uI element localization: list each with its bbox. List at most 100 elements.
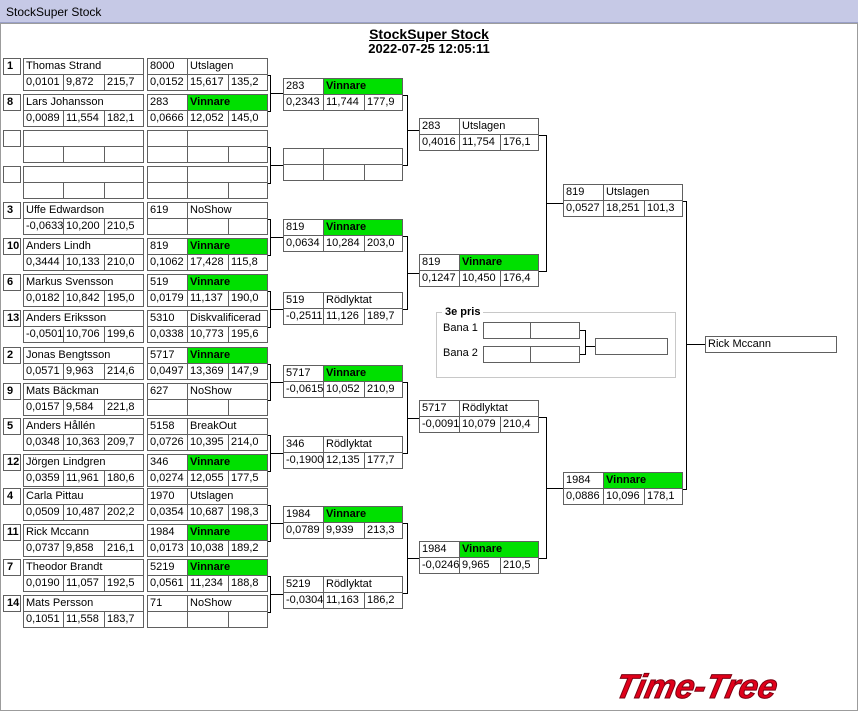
round2-entry-et: 11,744 — [323, 94, 365, 111]
lane2-entry[interactable] — [483, 346, 531, 363]
speed-2: 188,8 — [228, 575, 268, 592]
competitor-name: Jonas Bengtsson — [23, 347, 144, 364]
elapsed-time: 11,558 — [63, 611, 105, 628]
reaction-time — [23, 146, 64, 163]
race-status: NoShow — [187, 383, 268, 400]
round2-entry-speed: 213,3 — [364, 522, 403, 539]
car-number: 519 — [147, 274, 188, 291]
competitor-name: Thomas Strand — [23, 58, 144, 75]
speed: 209,7 — [104, 434, 144, 451]
round2-entry-car: 5717 — [283, 365, 324, 382]
round2-entry-et: 10,052 — [323, 381, 365, 398]
round2-entry-et: 9,939 — [323, 522, 365, 539]
round2-entry-reaction: 0,2343 — [283, 94, 324, 111]
semifinal-entry-et: 10,096 — [603, 488, 645, 505]
reaction-time-2: 0,0173 — [147, 540, 188, 557]
reaction-time-2: 0,0152 — [147, 74, 188, 91]
elapsed-time-2: 12,055 — [187, 470, 229, 487]
reaction-time-2: 0,0179 — [147, 290, 188, 307]
round2-entry-speed: 203,0 — [364, 235, 403, 252]
reaction-time: 0,0157 — [23, 399, 64, 416]
reaction-time: 0,0190 — [23, 575, 64, 592]
round2-entry-status: Vinnare — [323, 78, 403, 95]
race-status: Vinnare — [187, 559, 268, 576]
round2-entry-reaction: -0,0304 — [283, 592, 324, 609]
seed-number: 7 — [3, 559, 21, 576]
lane2-entry-status[interactable] — [530, 346, 580, 363]
bracket-line — [270, 594, 283, 595]
race-status: Vinnare — [187, 94, 268, 111]
round2-entry-et: 11,126 — [323, 308, 365, 325]
round3-entry-reaction: -0,0091 — [419, 416, 460, 433]
competitor-name: Lars Johansson — [23, 94, 144, 111]
semifinal-entry-car: 1984 — [563, 472, 604, 489]
round2-entry-reaction: -0,1900 — [283, 452, 324, 469]
round3-entry-speed: 210,5 — [500, 557, 539, 574]
competitor-name: Mats Persson — [23, 595, 144, 612]
round2-entry-reaction: -0,0615 — [283, 381, 324, 398]
semifinal-entry-car: 819 — [563, 184, 604, 201]
speed-2: 195,6 — [228, 326, 268, 343]
round2-entry-status: Vinnare — [323, 219, 403, 236]
elapsed-time: 10,487 — [63, 504, 105, 521]
semifinal-entry-speed: 101,3 — [644, 200, 683, 217]
car-number: 346 — [147, 454, 188, 471]
competitor-name: Anders Lindh — [23, 238, 144, 255]
race-status: Utslagen — [187, 488, 268, 505]
reaction-time-2: 0,0354 — [147, 504, 188, 521]
round2-entry-car: 346 — [283, 436, 324, 453]
speed-2 — [228, 218, 268, 235]
race-status: Vinnare — [187, 454, 268, 471]
lane1-entry-status[interactable] — [530, 322, 580, 339]
round3-entry-status: Vinnare — [459, 254, 539, 271]
seed-number: 8 — [3, 94, 21, 111]
speed-2 — [228, 399, 268, 416]
reaction-time-2: 0,0666 — [147, 110, 188, 127]
bracket-line — [270, 453, 283, 454]
round2-entry-speed: 177,9 — [364, 94, 403, 111]
elapsed-time-2: 10,773 — [187, 326, 229, 343]
round2-entry-status: Vinnare — [323, 365, 403, 382]
car-number: 5717 — [147, 347, 188, 364]
bracket-line — [546, 488, 563, 489]
elapsed-time — [63, 146, 105, 163]
round3-entry-status: Vinnare — [459, 541, 539, 558]
round2-entry-et: 10,284 — [323, 235, 365, 252]
round2-entry-car: 283 — [283, 78, 324, 95]
car-number — [147, 166, 188, 183]
seed-number: 4 — [3, 488, 21, 505]
round3-entry-et: 11,754 — [459, 134, 501, 151]
speed: 199,6 — [104, 326, 144, 343]
speed: 210,0 — [104, 254, 144, 271]
bracket-line — [407, 130, 419, 131]
competitor-name: Markus Svensson — [23, 274, 144, 291]
round2-entry-car — [283, 148, 324, 165]
lane1-entry[interactable] — [483, 322, 531, 339]
lane2-label: Bana 2 — [443, 347, 478, 359]
round3-entry-status: Rödlyktat — [459, 400, 539, 417]
race-status — [187, 166, 268, 183]
speed-2: 190,0 — [228, 290, 268, 307]
car-number: 627 — [147, 383, 188, 400]
competitor-name: Rick Mccann — [23, 524, 144, 541]
reaction-time-2: 0,0497 — [147, 363, 188, 380]
bracket-line — [686, 201, 687, 490]
reaction-time: 0,0089 — [23, 110, 64, 127]
round2-entry-status: Vinnare — [323, 506, 403, 523]
bracket-line — [270, 523, 283, 524]
reaction-time: 0,3444 — [23, 254, 64, 271]
car-number: 1970 — [147, 488, 188, 505]
speed: 202,2 — [104, 504, 144, 521]
round2-entry-reaction: 0,0789 — [283, 522, 324, 539]
car-number: 619 — [147, 202, 188, 219]
seed-number: 2 — [3, 347, 21, 364]
race-status: Vinnare — [187, 524, 268, 541]
round3-entry-speed: 176,1 — [500, 134, 539, 151]
race-status: Vinnare — [187, 238, 268, 255]
semifinal-entry-et: 18,251 — [603, 200, 645, 217]
competitor-name: Mats Bäckman — [23, 383, 144, 400]
bracket-line — [585, 346, 595, 347]
reaction-time: 0,0509 — [23, 504, 64, 521]
svg-text:Time-Tree: Time-Tree — [612, 668, 781, 706]
elapsed-time: 10,200 — [63, 218, 105, 235]
